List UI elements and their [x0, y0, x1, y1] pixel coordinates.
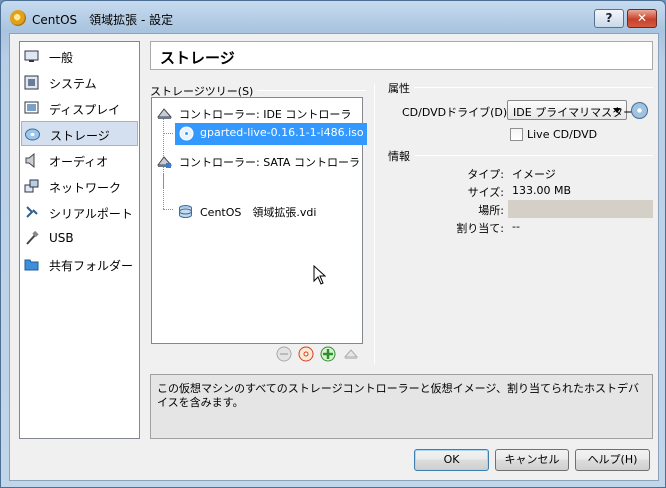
- attached-to-value: --: [512, 220, 520, 233]
- sidebar-item-label: シリアルポート: [49, 207, 133, 221]
- add-disk-icon[interactable]: [320, 346, 336, 362]
- help-button[interactable]: ヘルプ(H): [575, 449, 650, 471]
- choose-disc-image-button[interactable]: [631, 102, 648, 119]
- sidebar-item-label: システム: [49, 77, 97, 91]
- location-value: [508, 200, 653, 218]
- sidebar-item-general[interactable]: 一般: [21, 44, 138, 69]
- dialog-body: 一般 システム ディスプレイ ストレージ オーディオ ネットワーク シリアルポー…: [9, 33, 659, 481]
- title-bar[interactable]: CentOS 領域拡張 - 設定 ? ✕: [1, 1, 665, 31]
- sidebar-item-usb[interactable]: USB: [21, 226, 138, 251]
- page-header: ストレージ: [150, 41, 653, 70]
- sidebar-item-label: 一般: [49, 51, 74, 65]
- storage-tree[interactable]: コントローラー: IDE コントローラ gparted-live-0.16.1-…: [151, 97, 367, 344]
- close-window-button[interactable]: ✕: [627, 9, 657, 28]
- location-label: 場所:: [478, 204, 504, 217]
- vertical-divider: [374, 84, 375, 364]
- mouse-cursor-icon: [313, 265, 327, 285]
- device-label: gparted-live-0.16.1-1-i486.iso: [200, 126, 364, 139]
- help-title-button[interactable]: ?: [594, 9, 624, 28]
- network-icon: [24, 179, 39, 193]
- tree-device-iso[interactable]: gparted-live-0.16.1-1-i486.iso: [157, 123, 367, 145]
- sidebar-item-label: 共有フォルダー: [49, 259, 134, 273]
- size-value: 133.00 MB: [512, 184, 572, 197]
- live-cd-label[interactable]: Live CD/DVD: [527, 128, 597, 141]
- serial-port-icon: [26, 206, 38, 218]
- sidebar-item-shared-folders[interactable]: 共有フォルダー: [21, 252, 138, 277]
- ok-button[interactable]: OK: [414, 449, 489, 471]
- sidebar-item-label: ストレージ: [50, 129, 110, 143]
- info-section-label: 情報: [388, 148, 414, 164]
- sidebar-item-system[interactable]: システム: [21, 70, 138, 95]
- tree-connector: [163, 209, 173, 210]
- divider: [388, 155, 653, 156]
- divider: [388, 87, 653, 88]
- type-value: イメージ: [512, 168, 556, 181]
- size-label: サイズ:: [467, 186, 504, 199]
- display-icon: [24, 101, 39, 114]
- app-gear-icon: [10, 10, 26, 26]
- description-text: この仮想マシンのすべてのストレージコントローラーと仮想イメージ、割り当てられたホ…: [157, 382, 640, 409]
- usb-icon: [26, 231, 39, 245]
- page-title: ストレージ: [160, 49, 235, 67]
- sidebar-item-label: オーディオ: [49, 155, 109, 169]
- general-icon: [24, 50, 39, 62]
- audio-icon: [25, 153, 35, 168]
- sidebar-item-storage[interactable]: ストレージ: [21, 121, 138, 146]
- system-icon: [24, 75, 39, 90]
- attached-to-label: 割り当て:: [456, 222, 504, 235]
- sidebar-item-label: USB: [49, 231, 74, 245]
- device-label: CentOS 領域拡張.vdi: [200, 206, 317, 219]
- ide-controller-icon: [157, 108, 172, 119]
- cd-dvd-drive-select[interactable]: IDE プライマリマスター: [507, 100, 634, 120]
- sidebar-item-audio[interactable]: オーディオ: [21, 148, 138, 173]
- hard-disk-icon: [179, 205, 192, 218]
- remove-controller-icon[interactable]: [343, 346, 359, 362]
- remove-attachment-icon[interactable]: [276, 346, 292, 362]
- tree-connector: [163, 173, 164, 209]
- description-box: この仮想マシンのすべてのストレージコントローラーと仮想イメージ、割り当てられたホ…: [150, 374, 653, 439]
- controller-label: コントローラー: SATA コントローラ: [179, 156, 360, 169]
- sidebar-item-label: ディスプレイ: [49, 103, 121, 117]
- window-title: CentOS 領域拡張 - 設定: [32, 13, 174, 27]
- shared-folder-icon: [24, 259, 39, 271]
- controller-label: コントローラー: IDE コントローラ: [179, 108, 352, 121]
- storage-icon: [25, 128, 40, 141]
- sidebar-item-serial-port[interactable]: シリアルポート: [21, 200, 138, 225]
- chevron-down-icon: [613, 108, 621, 113]
- type-label: タイプ:: [467, 168, 504, 181]
- sidebar-item-network[interactable]: ネットワーク: [21, 174, 138, 199]
- sata-controller-icon: [157, 156, 172, 168]
- attributes-section-label: 属性: [388, 80, 414, 96]
- cd-dvd-drive-label: CD/DVDドライブ(D):: [402, 106, 511, 119]
- live-cd-checkbox[interactable]: [510, 128, 523, 141]
- sidebar-item-display[interactable]: ディスプレイ: [21, 96, 138, 121]
- settings-window: CentOS 領域拡張 - 設定 ? ✕ 一般 システム ディスプレイ ストレー…: [0, 0, 666, 488]
- settings-sidebar: 一般 システム ディスプレイ ストレージ オーディオ ネットワーク シリアルポー…: [19, 41, 140, 439]
- sidebar-item-label: ネットワーク: [49, 181, 122, 195]
- cd-disc-icon: [179, 126, 194, 141]
- cancel-button[interactable]: キャンセル: [495, 449, 569, 471]
- add-cd-icon[interactable]: [298, 346, 314, 362]
